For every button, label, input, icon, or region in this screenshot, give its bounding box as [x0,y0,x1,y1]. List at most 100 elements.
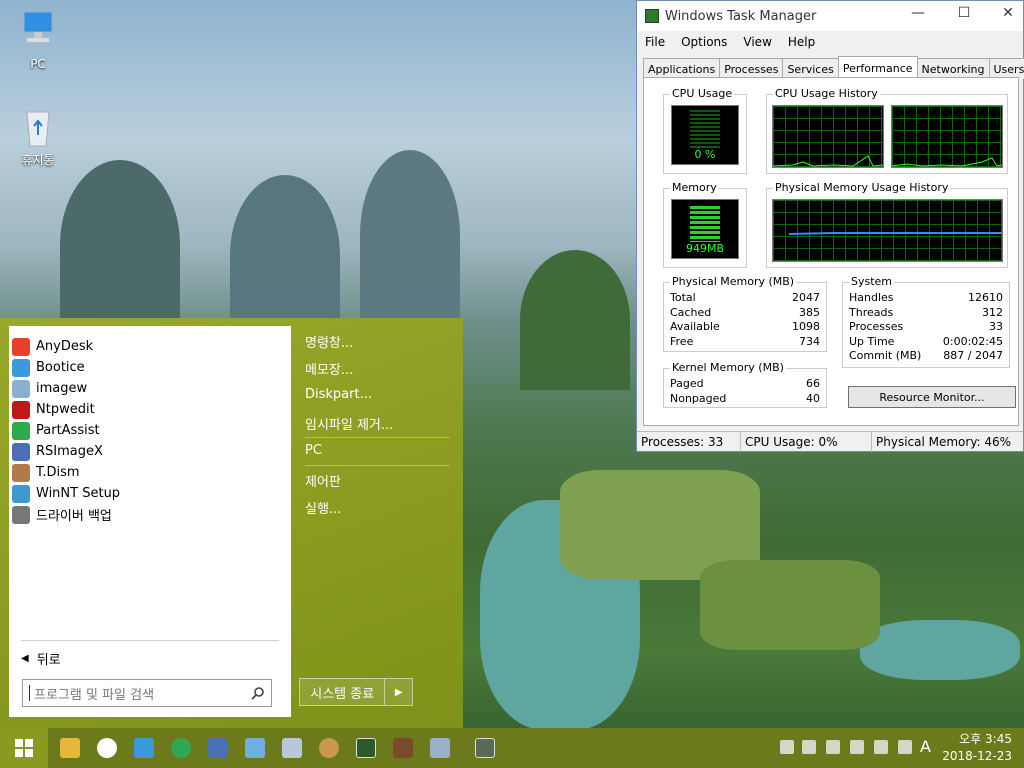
stat-value: 2047 [792,291,820,304]
right-link-temp-cleanup[interactable]: 임시파일 제거... [305,414,393,433]
ntpwedit-icon [12,400,30,419]
winnt-setup-icon [12,484,30,503]
file-explorer-icon[interactable] [60,738,80,758]
physical-memory-group: Physical Memory (MB) Total 2047 Cached 385 A… [663,275,827,352]
desktop-icon-recycle-bin[interactable]: 휴지통 [8,108,68,168]
tab-processes[interactable]: Processes [719,58,784,79]
program-label: T.Dism [36,465,80,480]
stat-label: Up Time [849,334,895,348]
menu-view[interactable]: View [743,35,771,49]
taskbar: A 오후 3:45 2018-12-23 [0,728,1024,768]
tab-applications[interactable]: Applications [643,58,721,79]
program-item[interactable]: AnyDesk [9,336,291,357]
right-link-pc[interactable]: PC [305,443,322,458]
tray-chevron-icon[interactable] [826,740,840,754]
stat-row: Up Time 0:00:02:45 [849,335,1003,348]
wallpaper-mountain [520,250,630,390]
rsimagex-icon [12,442,30,461]
cpu-usage-meter: 0 % [671,105,739,165]
shutdown-options-arrow-icon[interactable]: ▶ [384,679,412,705]
stat-row: Available 1098 [670,320,820,333]
program-item[interactable]: T.Dism [9,462,291,483]
program-item[interactable]: imagew [9,378,291,399]
ntpwedit-taskbar-icon[interactable] [393,738,413,758]
system-title: System [849,275,895,288]
menu-file[interactable]: File [645,35,665,49]
resource-monitor-button[interactable]: Resource Monitor... [848,386,1016,408]
stat-row: Total 2047 [670,291,820,304]
tab-networking[interactable]: Networking [916,58,990,79]
tab-services[interactable]: Services [782,58,839,79]
tab-users[interactable]: Users [988,58,1024,79]
anydesk-icon [12,337,30,356]
ime-indicator[interactable]: A [920,737,931,756]
windows-logo-icon [15,739,33,757]
program-item[interactable]: 드라이버 백업 [9,504,291,525]
desktop-icon-pc[interactable]: PC [8,10,68,71]
back-label: 뒤로 [36,653,61,668]
cmd-taskbar-icon[interactable] [475,738,495,758]
partassist-icon [12,421,30,440]
program-item[interactable]: RSImageX [9,441,291,462]
task-manager-taskbar-icon[interactable] [356,738,376,758]
menu-help[interactable]: Help [788,35,815,49]
title-bar[interactable]: Windows Task Manager — ☐ ✕ [637,1,1023,31]
tray-network-icon[interactable] [802,740,816,754]
wallpaper-field [700,560,880,650]
program-item[interactable]: PartAssist [9,420,291,441]
tray-usb-icon[interactable] [874,740,888,754]
right-link-diskpart[interactable]: Diskpart... [305,387,372,402]
rsimagex-taskbar-icon[interactable] [208,738,228,758]
stat-value: 0:00:02:45 [942,334,1003,348]
bootice-taskbar-icon[interactable] [134,738,154,758]
program-item[interactable]: WinNT Setup [9,483,291,504]
settings-gear-icon[interactable] [97,738,117,758]
stat-value: 385 [799,305,820,319]
clock[interactable]: 오후 3:45 2018-12-23 [942,731,1012,765]
minimize-icon[interactable]: — [903,5,933,21]
start-menu-programs-panel: AnyDesk Bootice imagew Ntpwedit PartAssist RS… [9,326,291,717]
right-link-run[interactable]: 실행... [305,498,341,517]
search-input[interactable]: 프로그램 및 파일 검색 [22,679,272,707]
memory-group: Memory 949MB [663,181,747,268]
tray-display-icon[interactable] [850,740,864,754]
winnt-setup-taskbar-icon[interactable] [245,738,265,758]
right-link-control-panel[interactable]: 제어판 [305,471,341,490]
stat-value: 1098 [792,320,820,334]
tab-strip: Applications Processes Services Performa… [643,56,1024,79]
right-link-cmd[interactable]: 명령창... [305,332,353,351]
disk-taskbar-icon[interactable] [319,738,339,758]
program-item[interactable]: Ntpwedit [9,399,291,420]
wallpaper-mountain [60,160,180,330]
stat-value: 12610 [968,291,1003,304]
menu-options[interactable]: Options [681,35,727,49]
program-label: Ntpwedit [36,402,95,417]
cpu-history-graph-core-2 [891,105,1003,168]
stat-label: Handles [849,291,894,304]
program-label: Bootice [36,360,85,375]
start-button[interactable] [0,728,48,768]
stat-label: Processes [849,320,904,334]
back-button[interactable]: ◀ 뒤로 [21,640,279,668]
partassist-taskbar-icon[interactable] [171,738,191,758]
stat-label: Free [670,334,694,348]
tray-volume-icon[interactable] [898,740,912,754]
network-taskbar-icon[interactable] [282,738,302,758]
right-link-notepad[interactable]: 메모장... [305,359,353,378]
recycle-bin-icon [26,111,50,147]
program-label: RSImageX [36,444,103,459]
kernel-memory-group: Kernel Memory (MB) Paged 66 Nonpaged 40 [663,361,827,408]
tab-performance[interactable]: Performance [837,56,918,79]
cpu-history-graph-core-1 [772,105,884,168]
shutdown-button[interactable]: 시스템 종료 ▶ [299,678,413,706]
search-placeholder: 프로그램 및 파일 검색 [34,687,155,703]
maximize-icon[interactable]: ☐ [949,5,979,21]
program-item[interactable]: Bootice [9,357,291,378]
laptop-taskbar-icon[interactable] [430,738,450,758]
close-icon[interactable]: ✕ [993,5,1023,21]
stat-label: Total [670,291,696,304]
tray-app-icon[interactable] [780,740,794,754]
start-menu: AnyDesk Bootice imagew Ntpwedit PartAssist RS… [0,318,463,728]
stat-row: Processes 33 [849,320,1003,333]
task-manager-app-icon [645,9,659,23]
